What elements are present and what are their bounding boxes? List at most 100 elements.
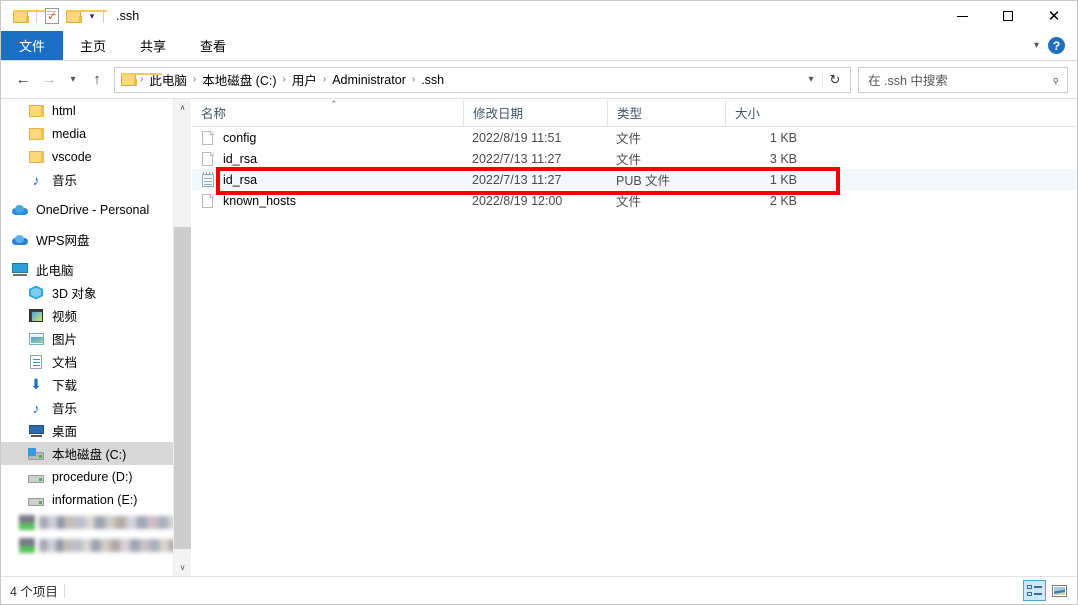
tab-view[interactable]: 查看 [183,31,243,60]
large-icons-view-icon [1052,584,1067,597]
file-size-cell: 1 KB [769,172,797,187]
recent-locations-chevron-icon[interactable]: ▾ [62,66,84,94]
videos-icon [27,308,45,324]
scrollbar-thumb[interactable] [174,227,191,549]
sidebar-item-label: 桌面 [52,425,78,439]
table-row[interactable]: id_rsa 2022/7/13 11:27 文件 3 KB [192,148,1077,169]
table-row[interactable]: id_rsa 2022/7/13 11:27 PUB 文件 1 KB [192,169,1077,190]
file-name-cell: id_rsa [192,151,463,167]
refresh-icon[interactable]: ↻ [822,71,847,88]
sidebar-item-information-e[interactable]: information (E:) [1,488,191,511]
sidebar-item-3d-objects[interactable]: 3D 对象 [1,281,191,304]
navigation-pane: html media vscode ♪ 音乐 OneDrive - Person… [1,99,192,576]
view-mode-buttons [1023,580,1071,601]
search-icon: ⌕ [1047,71,1063,88]
table-row[interactable]: known_hosts 2022/8/19 12:00 文件 2 KB [192,190,1077,211]
ribbon-right-controls: ▾ ? [1034,31,1073,60]
drive-icon [19,515,35,530]
sidebar-item-desktop[interactable]: 桌面 [1,419,191,442]
file-name: id_rsa [223,172,258,187]
sidebar-item-label: 图片 [52,333,78,347]
sidebar-item-media[interactable]: media [1,122,191,145]
sidebar-item-label: 音乐 [52,174,78,188]
pictures-icon [27,331,45,347]
new-folder-icon[interactable] [63,5,107,27]
details-view-button[interactable] [1023,580,1046,601]
file-type-cell: 文件 [616,132,642,146]
status-bar: 4 个项目 [1,576,1077,604]
sidebar-item-label: 音乐 [52,402,78,416]
expand-ribbon-chevron-icon[interactable]: ▾ [1034,40,1039,51]
breadcrumb-item-users[interactable]: 用户 [287,70,322,89]
sidebar-item-onedrive[interactable]: OneDrive - Personal [1,198,191,221]
sidebar-item-label: procedure (D:) [52,469,133,484]
sidebar-item-label: 3D 对象 [52,287,97,301]
tab-home[interactable]: 主页 [63,31,123,60]
forward-button[interactable]: → [36,66,62,94]
sidebar-item-downloads[interactable]: ⬇ 下载 [1,373,191,396]
sidebar-item-label: 本地磁盘 (C:) [52,448,127,462]
explorer-body: html media vscode ♪ 音乐 OneDrive - Person… [1,98,1077,576]
scroll-up-arrow-icon[interactable]: ∧ [174,99,191,116]
sidebar-item-redacted-1[interactable] [1,511,191,534]
sidebar-item-videos[interactable]: 视频 [1,304,191,327]
3d-objects-icon [27,285,45,301]
address-dropdown-chevron-icon[interactable]: ▾ [800,74,822,85]
address-bar[interactable]: › 此电脑 › 本地磁盘 (C:) › 用户 › Administrator ›… [114,66,851,93]
sidebar-item-wps-cloud[interactable]: WPS网盘 [1,228,191,251]
folder-icon[interactable] [10,5,54,27]
file-name-cell: id_rsa [192,171,463,188]
breadcrumb-item-ssh[interactable]: .ssh [416,73,449,87]
help-icon[interactable]: ? [1048,37,1065,54]
file-explorer-window: ✓ ▾ .ssh ✕ 文件 主页 共享 查看 ▾ ? ← → ▾ ↑ › 此电脑… [0,0,1078,605]
sidebar-item-local-disk-c[interactable]: 本地磁盘 (C:) [1,442,191,465]
sidebar-item-documents[interactable]: 文档 [1,350,191,373]
address-folder-icon [121,73,162,86]
column-header-size[interactable]: 大小 [725,99,807,126]
downloads-icon: ⬇ [30,376,42,392]
file-type-cell: PUB 文件 [616,174,671,188]
onedrive-cloud-icon [11,202,29,218]
breadcrumb-item-administrator[interactable]: Administrator [327,73,411,87]
column-header-name[interactable]: 名称 [192,99,463,126]
this-pc-icon [11,262,29,278]
music-icon: ♪ [32,399,40,416]
sidebar-item-label: vscode [52,149,92,164]
file-list-pane: 名称 修改日期 类型 大小 ⌃ config 2022/8/19 11:51 文… [192,99,1077,576]
sidebar-item-this-pc[interactable]: 此电脑 [1,258,191,281]
scroll-down-arrow-icon[interactable]: ∨ [174,559,191,576]
blank-file-icon [201,151,215,167]
column-header-date[interactable]: 修改日期 [463,99,607,126]
maximize-button[interactable] [985,1,1031,31]
file-name-cell: config [192,130,463,146]
properties-check-icon[interactable]: ✓ [41,5,63,27]
breadcrumb-item-local-disk-c[interactable]: 本地磁盘 (C:) [197,70,281,89]
search-input[interactable]: 在 .ssh 中搜索 [868,70,948,89]
minimize-button[interactable] [939,1,985,31]
details-view-icon [1027,584,1042,597]
sidebar-item-vscode[interactable]: vscode [1,145,191,168]
file-date-cell: 2022/7/13 11:27 [472,151,562,166]
sidebar-scrollbar[interactable]: ∧ ∨ [173,99,191,576]
sidebar-item-label: WPS网盘 [36,234,90,248]
sidebar-item-html[interactable]: html [1,99,191,122]
column-header-type[interactable]: 类型 [607,99,725,126]
up-button[interactable]: ↑ [84,66,110,94]
table-row[interactable]: config 2022/8/19 11:51 文件 1 KB [192,127,1077,148]
sidebar-item-procedure-d[interactable]: procedure (D:) [1,465,191,488]
back-button[interactable]: ← [10,66,36,94]
folder-icon [27,149,45,165]
large-icons-view-button[interactable] [1048,580,1071,601]
file-name: known_hosts [223,193,296,208]
sidebar-item-music[interactable]: ♪ 音乐 [1,396,191,419]
tab-share[interactable]: 共享 [123,31,183,60]
search-box[interactable]: 在 .ssh 中搜索 ⌕ [858,66,1068,93]
window-controls: ✕ [939,1,1077,31]
close-button[interactable]: ✕ [1031,1,1077,31]
sidebar-item-label: OneDrive - Personal [36,202,150,217]
sidebar-item-pictures[interactable]: 图片 [1,327,191,350]
tab-file[interactable]: 文件 [1,31,64,60]
sidebar-item-music-quick[interactable]: ♪ 音乐 [1,168,191,191]
file-size-cell: 2 KB [769,193,797,208]
sidebar-item-redacted-2[interactable] [1,534,191,557]
